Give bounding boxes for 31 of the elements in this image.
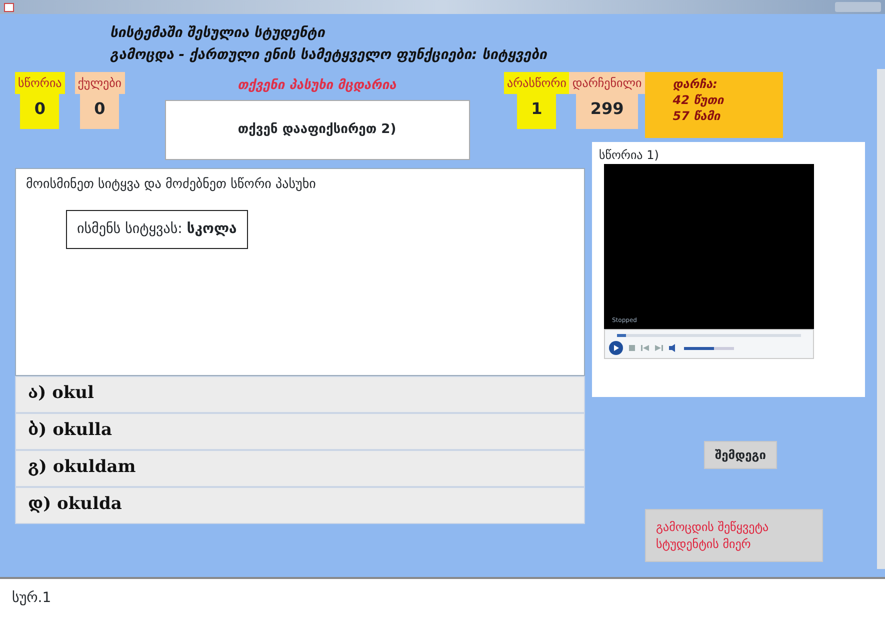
stat-value: 299 <box>576 93 638 129</box>
exam-title: გამოცდა - ქართული ენის სამეტყველო ფუნქციები: სიტყვები <box>110 46 548 65</box>
next-button[interactable]: შემდეგი <box>704 441 778 469</box>
stat-label: არასწორი <box>504 72 570 94</box>
app-icon <box>4 2 14 12</box>
instruction-text: მოისმინეთ სიტყვა და მოძებნეთ სწორი პასუხი <box>26 176 317 194</box>
timer-label: დარჩა: <box>672 76 718 92</box>
answer-option[interactable]: დ) okulda <box>15 486 585 524</box>
header-title: სისტემაში შესულია სტუდენტი <box>110 24 326 43</box>
media-caption: სწორია 1) <box>599 147 660 164</box>
next-icon[interactable] <box>655 345 663 351</box>
stat-value: 0 <box>20 93 60 129</box>
minutes-left: 42 წუთი <box>672 92 725 108</box>
word-prompt: ისმენს სიტყვას: სკოლა <box>66 210 248 249</box>
speaker-icon[interactable] <box>669 344 678 352</box>
stat-label: ქულები <box>74 72 124 94</box>
scrollbar[interactable] <box>877 69 885 569</box>
stat-label: დარჩენილი <box>569 72 645 94</box>
stat-value: 0 <box>80 93 120 129</box>
stat-label: სწორია <box>15 72 65 94</box>
status-text: სურ.1 <box>0 577 885 617</box>
seconds-left: 57 წამი <box>672 108 722 124</box>
answer-box: თქვენ დააფიქსირეთ 2) <box>164 100 470 160</box>
answer-option[interactable]: ა) okul <box>15 376 585 412</box>
answer-option[interactable]: გ) okuldam <box>15 450 585 486</box>
stat-value: 1 <box>517 93 556 129</box>
volume-slider[interactable] <box>684 346 734 350</box>
answer-option[interactable]: ბ) okulla <box>15 412 585 450</box>
play-icon[interactable] <box>609 341 623 355</box>
previous-icon[interactable] <box>641 345 649 351</box>
feedback-message: თქვენი პასუხი მცდარია <box>238 77 396 95</box>
